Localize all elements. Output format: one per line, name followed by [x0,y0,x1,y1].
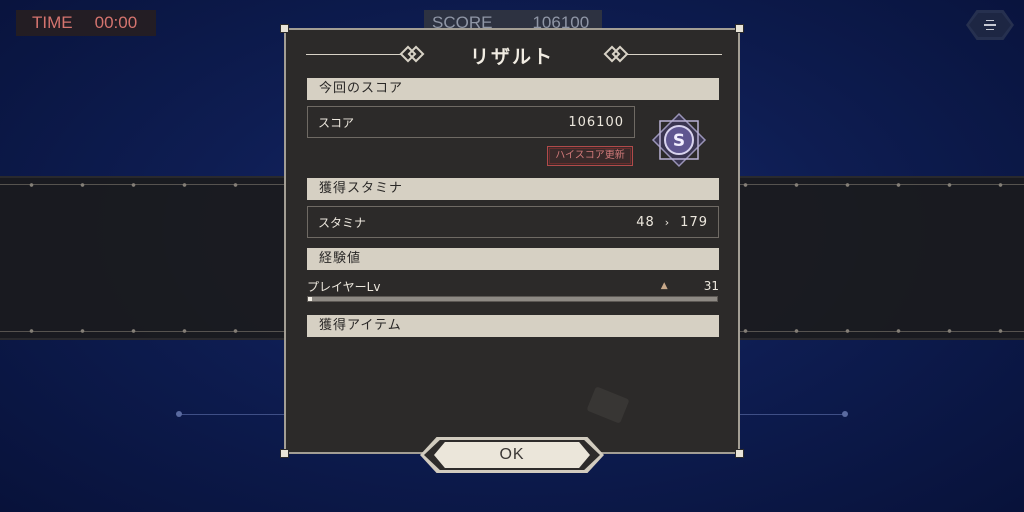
corner-ornament [735,24,744,33]
stamina-row-values: 48 › 179 [636,215,708,230]
player-level-value: 31 [703,279,719,293]
corner-ornament [280,24,289,33]
chevron-right-icon: › [664,215,671,229]
player-level-label: プレイヤーLv [307,279,381,294]
score-row-value: 106100 [568,114,624,130]
rank-letter: S [673,131,685,151]
dialog-title: リザルト [469,46,554,68]
exp-progress-fill [308,297,313,301]
player-level-row: プレイヤーLv ▲ 31 [307,278,719,294]
stamina-row: スタミナ 48 › 179 [307,206,719,238]
corner-ornament [735,449,744,458]
treasure-chest-icon [586,386,630,424]
time-display: TIME 00:00 [16,10,156,36]
exp-progress-bar [307,296,718,302]
dialog-title-bar: リザルト [306,42,722,68]
high-score-badge: ハイスコア更新 [547,146,633,166]
exp-section-header: 経験値 [307,248,719,270]
decor-line-right [740,414,844,415]
corner-ornament [280,449,289,458]
time-label: TIME [32,13,73,32]
rank-emblem-icon: S [651,112,707,168]
time-value: 00:00 [94,13,138,32]
score-row-label: スコア [318,115,355,130]
score-section-header: 今回のスコア [307,78,719,100]
items-section-header: 獲得アイテム [307,315,719,337]
decor-dot-left [176,411,182,417]
decor-dot-right [842,411,848,417]
ok-button[interactable]: OK [434,442,590,468]
result-dialog: リザルト 今回のスコア スコア 106100 ハイスコア更新 S 獲得スタミナ … [280,24,744,458]
decor-line-left [180,414,284,415]
stamina-from: 48 [636,214,655,230]
level-up-arrow-icon: ▲ [660,281,668,291]
stamina-row-label: スタミナ [318,215,367,230]
score-row: スコア 106100 [307,106,635,138]
stamina-section-header: 獲得スタミナ [307,178,719,200]
stamina-to: 179 [680,214,708,230]
